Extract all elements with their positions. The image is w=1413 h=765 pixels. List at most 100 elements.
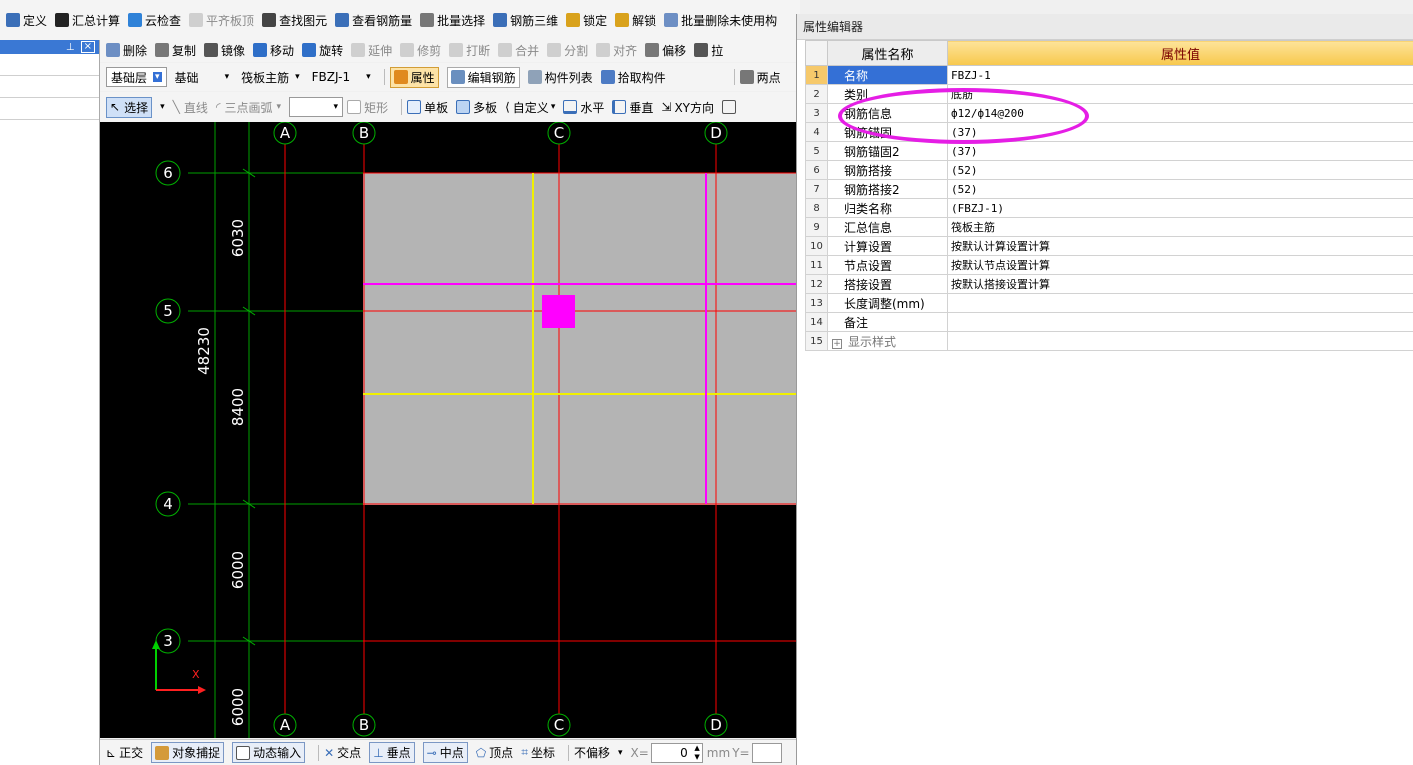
property-value[interactable]: 按默认搭接设置计算 bbox=[947, 274, 1413, 294]
pin-icon[interactable]: ⊥ bbox=[66, 42, 75, 53]
midpoint-snap[interactable]: ⊸ 中点 bbox=[422, 742, 468, 763]
object-snap-toggle[interactable]: 对象捕捉 bbox=[151, 742, 225, 763]
property-value[interactable]: 按默认节点设置计算 bbox=[947, 255, 1413, 275]
property-name: 名称 bbox=[827, 65, 948, 85]
break-button[interactable]: 打断 bbox=[449, 42, 490, 59]
lock-button[interactable]: 锁定 bbox=[566, 12, 607, 29]
component-select[interactable]: FBZJ-1 ▾ bbox=[308, 67, 375, 87]
trim-button[interactable]: 修剪 bbox=[400, 42, 441, 59]
property-row[interactable]: 11 节点设置 按默认节点设置计算 bbox=[805, 255, 1413, 275]
offset-mode-select[interactable]: 不偏移 ▾ bbox=[574, 744, 623, 761]
dynamic-input-toggle[interactable]: 动态输入 bbox=[232, 742, 306, 763]
property-value[interactable]: (37) bbox=[947, 141, 1413, 161]
property-table: 属性名称 属性值 1 名称 FBZJ-1 2 类别 底筋 3 钢筋信息 ф12/ф14@200 4… bbox=[805, 40, 1413, 351]
property-button[interactable]: 属性 bbox=[389, 66, 439, 88]
multi-slab-button[interactable]: 多板 bbox=[456, 99, 497, 116]
arc-option-select[interactable]: ▾ bbox=[289, 97, 344, 117]
property-value[interactable]: (52) bbox=[947, 179, 1413, 199]
property-value[interactable] bbox=[947, 331, 1413, 351]
property-row[interactable]: 15 + 显示样式 bbox=[805, 331, 1413, 351]
extend-button[interactable]: 延伸 bbox=[351, 42, 392, 59]
canvas-svg[interactable]: A A B B C C D D 6 5 4 3 6030 8400 6000 6000 48230 X bbox=[100, 122, 796, 738]
property-row[interactable]: 10 计算设置 按默认计算设置计算 bbox=[805, 236, 1413, 256]
two-points-button[interactable]: 两点 bbox=[739, 69, 781, 86]
type-select[interactable]: 筏板主筋 ▾ bbox=[237, 67, 304, 87]
property-row[interactable]: 12 搭接设置 按默认搭接设置计算 bbox=[805, 274, 1413, 294]
slab-region[interactable] bbox=[363, 173, 796, 505]
ortho-toggle[interactable]: ⊾ 正交 bbox=[106, 744, 143, 761]
property-row[interactable]: 7 钢筋搭接2 (52) bbox=[805, 179, 1413, 199]
perpendicular-snap[interactable]: ⊥ 垂点 bbox=[369, 742, 415, 763]
horizontal-button[interactable]: 水平 bbox=[563, 99, 604, 116]
expand-icon[interactable]: + bbox=[832, 338, 842, 349]
y-coordinate-input[interactable] bbox=[751, 742, 782, 763]
binoculars-button[interactable]: 查找图元 bbox=[262, 12, 327, 29]
axis-label-col: C bbox=[554, 124, 564, 142]
stretch-button[interactable]: 拉 bbox=[694, 42, 723, 59]
row-number: 8 bbox=[805, 198, 828, 218]
component-list-button[interactable]: 构件列表 bbox=[527, 69, 593, 86]
highlight-ellipse bbox=[838, 88, 1089, 144]
offset-button[interactable]: 偏移 bbox=[645, 42, 686, 59]
custom-button[interactable]: ⟨ 自定义 ▾ bbox=[505, 99, 555, 116]
property-value[interactable]: 筏板主筋 bbox=[947, 217, 1413, 237]
arc-button[interactable]: ◜ 三点画弧 ▾ bbox=[216, 99, 281, 116]
property-row[interactable]: 8 归类名称 (FBZJ-1) bbox=[805, 198, 1413, 218]
align-button[interactable]: 对齐 bbox=[596, 42, 637, 59]
close-icon[interactable]: × bbox=[80, 41, 95, 53]
left-panel-row[interactable] bbox=[0, 76, 99, 98]
vertical-icon bbox=[612, 100, 627, 114]
select-button[interactable]: ↖ 选择 bbox=[106, 96, 153, 118]
left-panel-row[interactable] bbox=[0, 54, 99, 76]
layer-select[interactable]: 基础层 ▾ bbox=[106, 67, 167, 87]
property-row[interactable]: 5 钢筋锚固2 (37) bbox=[805, 141, 1413, 161]
pick-component-button[interactable]: 拾取构件 bbox=[600, 69, 666, 86]
x-coordinate-input[interactable]: 0 ▲ ▼ bbox=[650, 742, 703, 763]
property-row[interactable]: 14 备注 bbox=[805, 312, 1413, 332]
move-button[interactable]: 移动 bbox=[253, 42, 294, 59]
delete-button[interactable]: 删除 bbox=[106, 42, 147, 59]
axis-label-col: B bbox=[359, 124, 369, 142]
chevron-down-icon[interactable]: ▾ bbox=[160, 102, 165, 112]
sigma-button[interactable]: 汇总计算 bbox=[55, 12, 120, 29]
edit-rebar-button[interactable]: 编辑钢筋 bbox=[446, 66, 520, 88]
category-select[interactable]: 基础 ▾ bbox=[171, 67, 234, 87]
merge-icon bbox=[498, 43, 513, 57]
property-value[interactable]: (FBZJ-1) bbox=[947, 198, 1413, 218]
rotate-button[interactable]: 旋转 bbox=[302, 42, 343, 59]
define-button[interactable]: 定义 bbox=[6, 12, 47, 29]
line-button[interactable]: ╲ 直线 bbox=[173, 99, 208, 116]
batch-select-button[interactable]: 批量选择 bbox=[420, 12, 485, 29]
column-marker[interactable] bbox=[542, 295, 575, 328]
property-value[interactable] bbox=[947, 312, 1413, 332]
property-row[interactable]: 13 长度调整(mm) bbox=[805, 293, 1413, 313]
flush-slab-button[interactable]: 平齐板顶 bbox=[189, 12, 254, 29]
copy-button[interactable]: 复制 bbox=[155, 42, 196, 59]
single-slab-button[interactable]: 单板 bbox=[407, 99, 448, 116]
left-panel-row[interactable] bbox=[0, 98, 99, 120]
unlock-button[interactable]: 解锁 bbox=[615, 12, 656, 29]
mirror-button[interactable]: 镜像 bbox=[204, 42, 245, 59]
cloud-check-button[interactable]: 云检查 bbox=[128, 12, 181, 29]
vertical-button[interactable]: 垂直 bbox=[612, 99, 653, 116]
more-icon[interactable] bbox=[722, 100, 736, 114]
rect-button[interactable]: 矩形 bbox=[347, 99, 388, 116]
xy-direction-button[interactable]: ⇲ XY方向 bbox=[661, 99, 714, 116]
property-value[interactable]: FBZJ-1 bbox=[947, 65, 1413, 85]
spinner-icon[interactable]: ▲ ▼ bbox=[694, 744, 699, 762]
drawing-canvas[interactable]: A A B B C C D D 6 5 4 3 6030 8400 6000 6000 48230 X bbox=[100, 122, 796, 738]
view-rebar-button[interactable]: 查看钢筋量 bbox=[335, 12, 412, 29]
batch-delete-button[interactable]: 批量删除未使用构 bbox=[664, 12, 777, 29]
merge-button[interactable]: 合并 bbox=[498, 42, 539, 59]
intersection-snap[interactable]: ✕ 交点 bbox=[324, 744, 361, 761]
property-value[interactable]: (52) bbox=[947, 160, 1413, 180]
property-value[interactable] bbox=[947, 293, 1413, 313]
rebar-3d-button[interactable]: 钢筋三维 bbox=[493, 12, 558, 29]
property-row[interactable]: 9 汇总信息 筏板主筋 bbox=[805, 217, 1413, 237]
vertex-snap[interactable]: ⬠ 顶点 bbox=[476, 744, 513, 761]
coordinate-snap[interactable]: ⌗ 坐标 bbox=[521, 744, 555, 761]
split-button[interactable]: 分割 bbox=[547, 42, 588, 59]
property-row[interactable]: 1 名称 FBZJ-1 bbox=[805, 65, 1413, 85]
property-value[interactable]: 按默认计算设置计算 bbox=[947, 236, 1413, 256]
property-row[interactable]: 6 钢筋搭接 (52) bbox=[805, 160, 1413, 180]
